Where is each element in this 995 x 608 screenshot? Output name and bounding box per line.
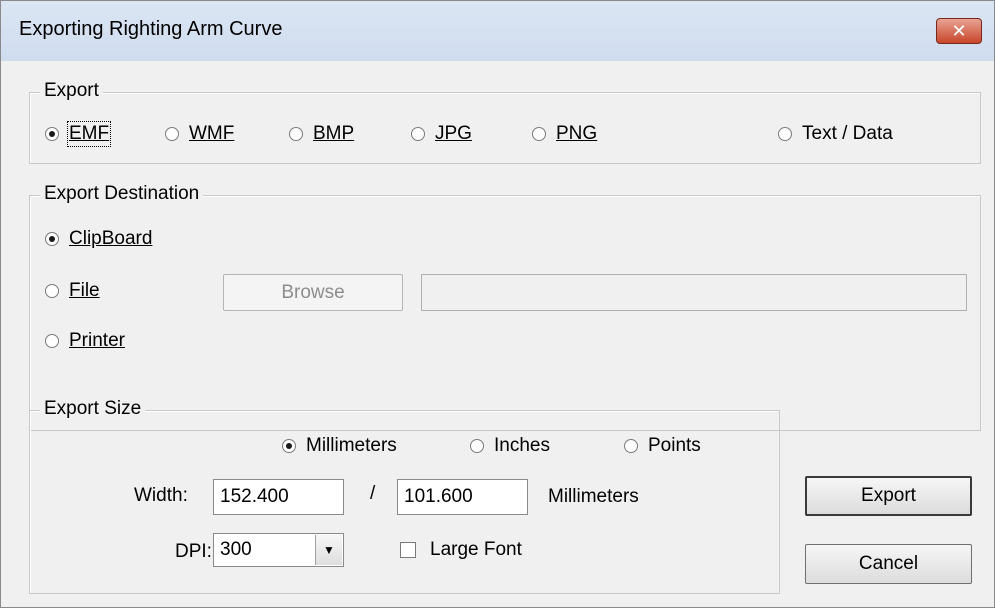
format-radio-wmf[interactable]: WMF (165, 123, 234, 145)
destination-radio-file[interactable]: File (45, 280, 100, 302)
file-path-field[interactable] (421, 274, 967, 311)
cancel-button-label: Cancel (858, 553, 919, 574)
radio-indicator[interactable] (289, 127, 303, 141)
export-size-group: Export Size Millimeters Inches Points Wi… (29, 398, 780, 594)
radio-indicator[interactable] (778, 127, 792, 141)
radio-indicator[interactable] (624, 439, 638, 453)
radio-indicator[interactable] (282, 439, 296, 453)
dropdown-arrow-icon[interactable]: ▼ (315, 535, 342, 565)
width-value: 152.400 (220, 486, 289, 507)
export-size-legend: Export Size (40, 398, 146, 420)
close-icon: ✕ (951, 20, 967, 41)
format-bmp-label: BMP (313, 123, 355, 144)
unit-radio-inches[interactable]: Inches (470, 435, 550, 457)
export-format-legend: Export (40, 80, 103, 102)
cancel-button[interactable]: Cancel (805, 544, 972, 584)
dpi-label: DPI: (175, 541, 212, 562)
format-wmf-label: WMF (189, 123, 235, 144)
destination-file-label: File (69, 280, 100, 301)
unit-radio-points[interactable]: Points (624, 435, 701, 457)
destination-printer-label: Printer (69, 330, 125, 351)
format-radio-bmp[interactable]: BMP (289, 123, 354, 145)
export-destination-group: Export Destination ClipBoard File Printe… (29, 183, 981, 431)
radio-indicator[interactable] (45, 334, 59, 348)
export-destination-legend: Export Destination (40, 183, 204, 205)
destination-radio-clipboard[interactable]: ClipBoard (45, 228, 152, 250)
export-format-group: Export EMF WMF BMP JPG PNG Text / Data (29, 80, 981, 164)
destination-radio-printer[interactable]: Printer (45, 330, 125, 352)
dialog-body: Export EMF WMF BMP JPG PNG Text / Data E… (9, 61, 986, 601)
export-button-label: Export (861, 485, 916, 506)
format-text-data-label: Text / Data (802, 123, 893, 144)
height-input[interactable]: 101.600 (397, 479, 528, 515)
checkbox-indicator[interactable] (400, 542, 416, 558)
radio-indicator[interactable] (45, 232, 59, 246)
radio-indicator[interactable] (45, 127, 59, 141)
unit-points-label: Points (648, 435, 701, 456)
close-button[interactable]: ✕ (936, 18, 982, 44)
radio-indicator[interactable] (165, 127, 179, 141)
unit-millimeters-label: Millimeters (306, 435, 397, 456)
size-unit-label: Millimeters (548, 486, 639, 507)
export-dialog: Exporting Righting Arm Curve ✕ Export EM… (0, 0, 995, 608)
dimension-separator: / (370, 483, 376, 504)
unit-radio-millimeters[interactable]: Millimeters (282, 435, 397, 457)
format-radio-jpg[interactable]: JPG (411, 123, 472, 145)
format-radio-text-data[interactable]: Text / Data (778, 123, 893, 145)
large-font-checkbox[interactable]: Large Font (400, 539, 522, 561)
destination-clipboard-label: ClipBoard (69, 228, 153, 249)
large-font-label: Large Font (430, 539, 522, 560)
format-radio-emf[interactable]: EMF (45, 121, 112, 147)
browse-button-label: Browse (281, 281, 345, 303)
radio-indicator[interactable] (411, 127, 425, 141)
format-png-label: PNG (556, 123, 598, 144)
window-title: Exporting Righting Arm Curve (19, 18, 283, 40)
radio-indicator[interactable] (470, 439, 484, 453)
export-button[interactable]: Export (805, 476, 972, 516)
browse-button[interactable]: Browse (223, 274, 403, 311)
dpi-value: 300 (220, 539, 252, 560)
width-label: Width: (134, 485, 188, 506)
title-bar: Exporting Righting Arm Curve ✕ (1, 1, 994, 61)
format-emf-label: EMF (66, 121, 112, 147)
height-value: 101.600 (404, 486, 473, 507)
dpi-select[interactable]: 300 ▼ (213, 533, 344, 567)
radio-indicator[interactable] (45, 284, 59, 298)
width-input[interactable]: 152.400 (213, 479, 344, 515)
format-jpg-label: JPG (435, 123, 472, 144)
radio-indicator[interactable] (532, 127, 546, 141)
format-radio-png[interactable]: PNG (532, 123, 597, 145)
unit-inches-label: Inches (494, 435, 550, 456)
